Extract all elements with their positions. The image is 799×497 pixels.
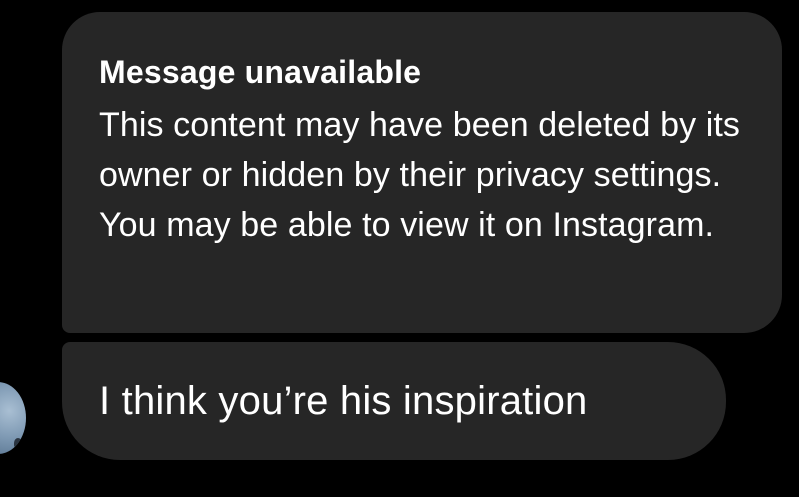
message-unavailable-title: Message unavailable [99,54,422,90]
avatar-photo-detail [14,438,22,448]
unavailable-message-bubble[interactable]: Message unavailable This content may hav… [62,12,782,333]
sender-avatar[interactable] [0,382,26,454]
text-message-bubble[interactable]: I think you’re his inspiration [62,342,726,460]
message-text: I think you’re his inspiration [99,379,588,423]
message-unavailable-body: This content may have been deleted by it… [99,106,741,244]
